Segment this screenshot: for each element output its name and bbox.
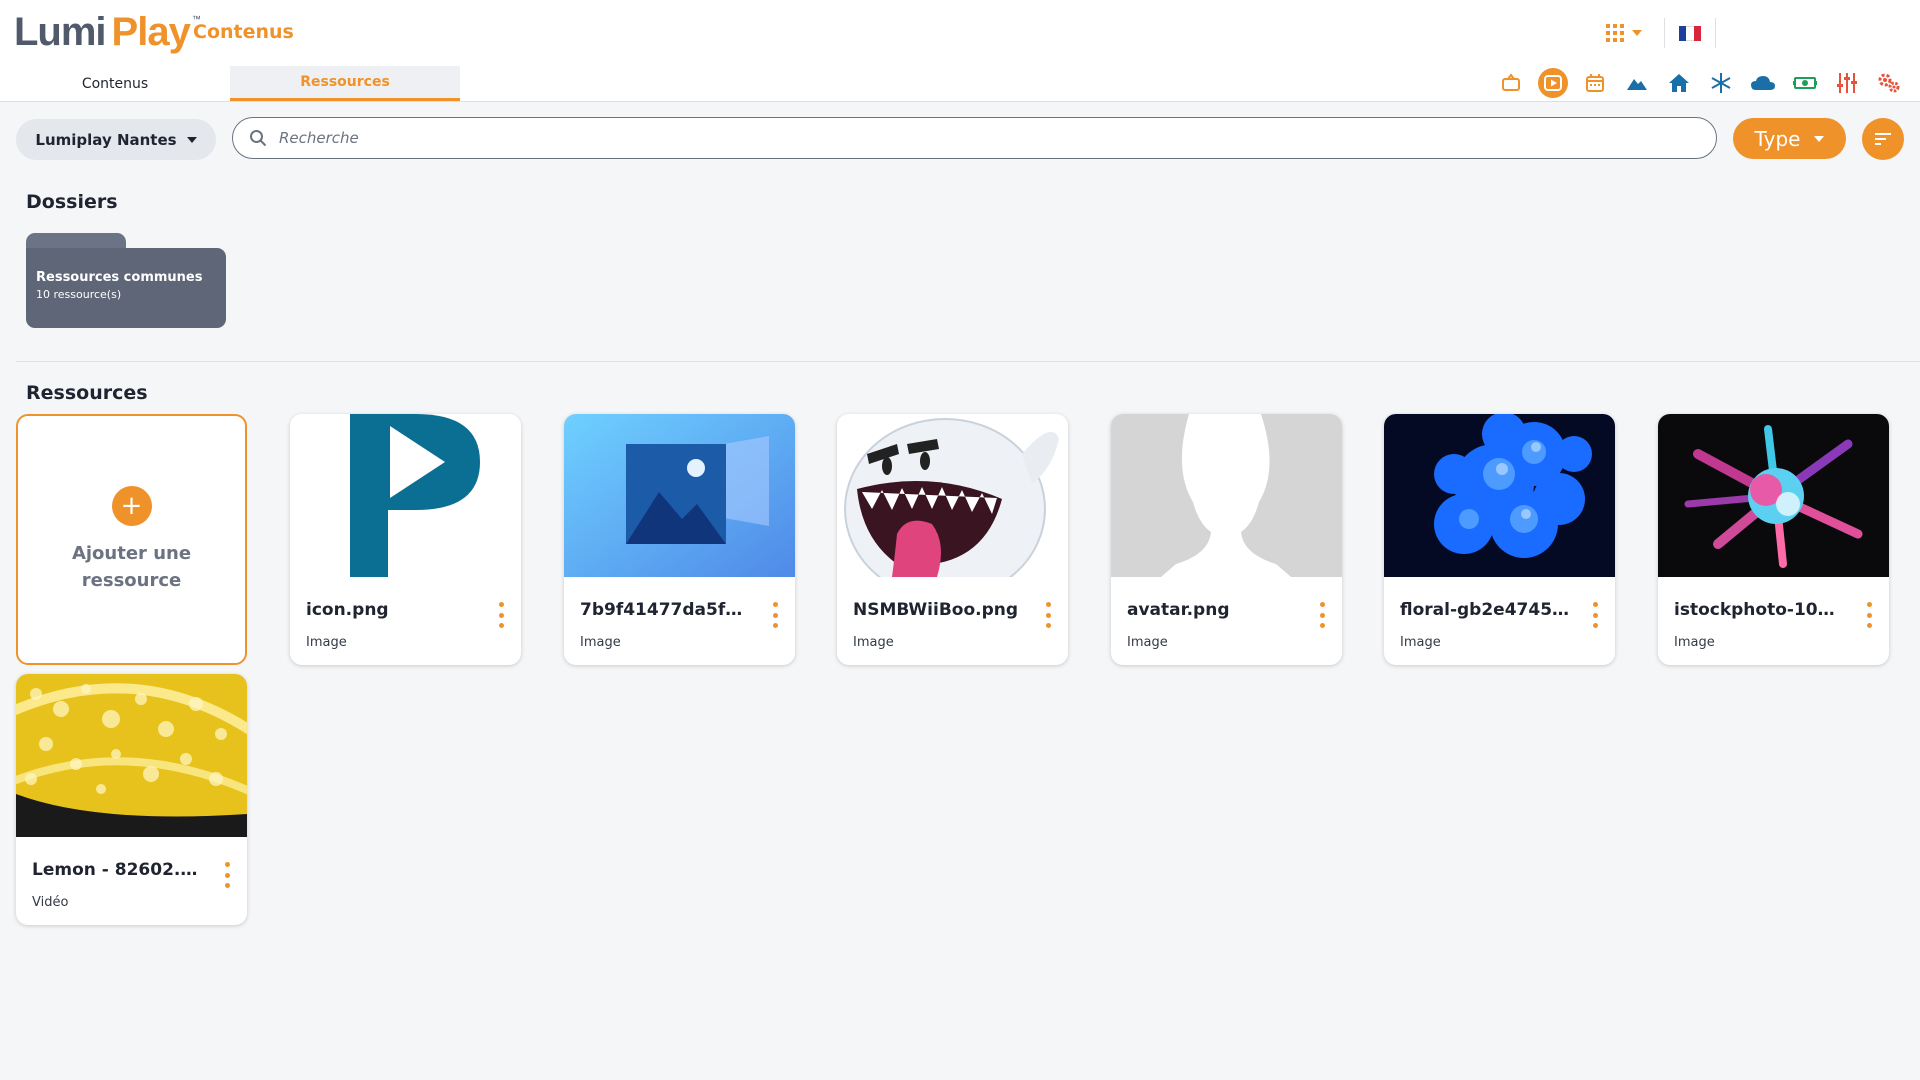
resource-card[interactable]: avatar.png Image	[1111, 414, 1342, 665]
resource-type: Image	[580, 635, 621, 650]
tab-ressources[interactable]: Ressources	[230, 66, 460, 101]
module-nav	[1496, 68, 1904, 98]
thumbnail-ghost	[837, 414, 1068, 577]
resource-card[interactable]: 7b9f41477da5f24... Image	[564, 414, 795, 665]
more-options-icon[interactable]	[1587, 602, 1603, 628]
resource-card[interactable]: floral-gb2e4745f... Image	[1384, 414, 1615, 665]
section-divider	[16, 361, 1920, 362]
calendar-icon[interactable]	[1580, 68, 1610, 98]
more-options-icon[interactable]	[767, 602, 783, 628]
sliders-icon[interactable]	[1832, 68, 1862, 98]
resource-type: Image	[1400, 635, 1441, 650]
caret-down-icon	[1814, 135, 1825, 142]
more-options-icon[interactable]	[1861, 602, 1877, 628]
resource-type: Image	[853, 635, 894, 650]
settings-icon[interactable]	[1874, 68, 1904, 98]
resource-card[interactable]: NSMBWiiBoo.png Image	[837, 414, 1068, 665]
resources-section-title: Ressources	[26, 382, 148, 404]
caret-down-icon	[186, 136, 197, 143]
chevron-down-icon	[1632, 30, 1642, 36]
mountain-icon[interactable]	[1622, 68, 1652, 98]
resource-name: icon.png	[306, 600, 389, 620]
lumiplay-logo[interactable]: Lumi Play ™	[14, 10, 201, 55]
folder-name: Ressources communes	[36, 270, 203, 285]
broadcast-icon[interactable]	[1496, 68, 1526, 98]
divider	[1715, 18, 1716, 48]
thumbnail-avatar-silhouette	[1111, 414, 1342, 577]
search-input[interactable]	[279, 129, 1659, 147]
resource-name: floral-gb2e4745f...	[1400, 600, 1570, 620]
divider	[1664, 18, 1665, 48]
money-icon[interactable]	[1790, 68, 1820, 98]
logo-lumi-text: Lumi	[14, 10, 107, 54]
site-selector[interactable]: Lumiplay Nantes	[16, 119, 216, 160]
folder-ressources-communes[interactable]: Ressources communes 10 ressource(s)	[26, 233, 226, 328]
plus-icon: +	[111, 485, 152, 526]
add-resource-button[interactable]: + Ajouter une ressource	[16, 414, 247, 665]
tab-bar: Contenus Ressources	[0, 66, 460, 101]
french-flag-icon[interactable]	[1679, 25, 1701, 41]
media-play-icon[interactable]	[1538, 68, 1568, 98]
app-header: Lumi Play ™ Contenus Contenus Ressources	[0, 0, 1920, 102]
site-selector-label: Lumiplay Nantes	[35, 130, 177, 149]
thumbnail-lemon	[16, 674, 247, 837]
sort-icon	[1875, 133, 1891, 145]
resource-card[interactable]: Lemon - 82602.m... Vidéo	[16, 674, 247, 925]
home-icon[interactable]	[1664, 68, 1694, 98]
resource-name: istockphoto-1072...	[1674, 600, 1844, 620]
resource-card[interactable]: icon.png Image	[290, 414, 521, 665]
apps-menu-button[interactable]	[1598, 20, 1650, 46]
apps-grid-icon	[1606, 24, 1624, 42]
type-filter-button[interactable]: Type	[1733, 118, 1846, 159]
resource-name: 7b9f41477da5f24...	[580, 600, 750, 620]
logo-play-text: Play	[111, 10, 191, 54]
folders-section-title: Dossiers	[26, 191, 118, 213]
add-resource-label: Ajouter une ressource	[71, 542, 192, 591]
more-options-icon[interactable]	[1314, 602, 1330, 628]
folder-body: Ressources communes 10 ressource(s)	[26, 248, 226, 328]
resource-name: Lemon - 82602.m...	[32, 860, 202, 880]
page-title: Contenus	[193, 21, 294, 43]
header-actions	[1598, 18, 1730, 48]
resource-type: Image	[1674, 635, 1715, 650]
type-filter-label: Type	[1754, 126, 1801, 151]
resource-type: Image	[1127, 635, 1168, 650]
thumbnail-picture-placeholder	[564, 414, 795, 577]
thumbnail-color-burst	[1658, 414, 1889, 577]
folder-count: 10 ressource(s)	[36, 288, 122, 301]
resource-card[interactable]: istockphoto-1072... Image	[1658, 414, 1889, 665]
tab-contenus[interactable]: Contenus	[0, 66, 230, 101]
more-options-icon[interactable]	[1040, 602, 1056, 628]
more-options-icon[interactable]	[219, 862, 235, 888]
thumbnail-p-logo	[290, 414, 521, 577]
sort-button[interactable]	[1862, 118, 1904, 160]
thumbnail-blue-flowers	[1384, 414, 1615, 577]
resource-type: Vidéo	[32, 895, 69, 910]
snowflake-icon[interactable]	[1706, 68, 1736, 98]
more-options-icon[interactable]	[493, 602, 509, 628]
resource-type: Image	[306, 635, 347, 650]
search-bar	[232, 117, 1717, 159]
resource-name: avatar.png	[1127, 600, 1230, 620]
cloud-icon[interactable]	[1748, 68, 1778, 98]
search-icon	[250, 130, 267, 147]
resource-name: NSMBWiiBoo.png	[853, 600, 1019, 620]
